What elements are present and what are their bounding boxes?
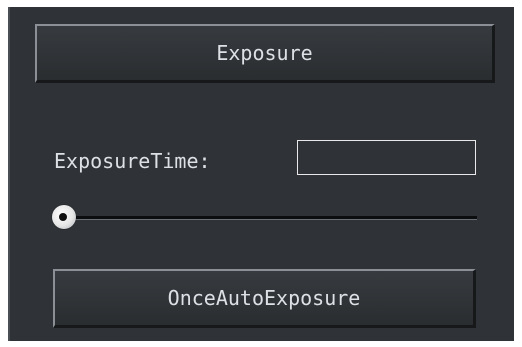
exposure-time-input[interactable] bbox=[297, 140, 476, 175]
exposure-section-button[interactable]: Exposure bbox=[35, 24, 495, 83]
exposure-time-label: ExposureTime: bbox=[54, 149, 211, 173]
slider-handle[interactable] bbox=[52, 205, 76, 229]
once-auto-exposure-button[interactable]: OnceAutoExposure bbox=[53, 269, 476, 328]
slider-handle-dot bbox=[59, 213, 67, 221]
exposure-time-slider[interactable] bbox=[52, 205, 477, 231]
exposure-panel-frame: Exposure ExposureTime: OnceAutoExposure bbox=[0, 0, 522, 347]
slider-track bbox=[63, 216, 477, 220]
